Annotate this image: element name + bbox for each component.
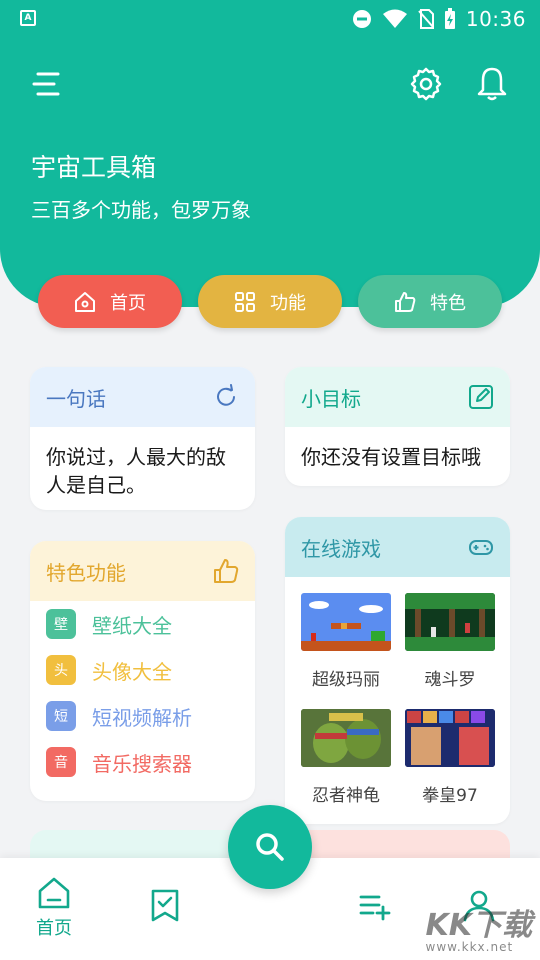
feature-item-avatar[interactable]: 头 头像大全 (30, 647, 255, 693)
music-badge-icon: 音 (46, 747, 76, 777)
ninja-turtles-thumbnail (301, 709, 391, 767)
nav-bookmarks[interactable] (148, 888, 182, 922)
quote-card[interactable]: 一句话 你说过，人最大的敌人是自己。 (30, 367, 255, 510)
nav-playlist[interactable] (358, 888, 392, 922)
home-icon (38, 877, 70, 909)
watermark-text: KK下载 (425, 908, 533, 943)
app-subtitle: 三百多个功能，包罗万象 (31, 198, 251, 222)
game-name: 忍者神龟 (312, 786, 380, 806)
no-sim-icon (418, 9, 434, 29)
game-name: 魂斗罗 (424, 670, 476, 690)
kkx-watermark: KK下载 www.kkx.net (426, 900, 533, 954)
game-kof97[interactable]: 拳皇97 (405, 709, 495, 824)
functions-pill-button[interactable]: 功能 (198, 275, 342, 328)
games-card-header: 在线游戏 (285, 517, 510, 577)
battery-charging-icon (444, 8, 455, 29)
games-card-title: 在线游戏 (301, 536, 381, 561)
goal-card-header: 小目标 (285, 367, 510, 427)
quote-card-header: 一句话 (30, 367, 255, 427)
avatar-badge-icon: 头 (46, 655, 76, 685)
feature-item-label: 头像大全 (92, 659, 172, 684)
refresh-icon[interactable] (213, 384, 239, 410)
feature-item-video-parser[interactable]: 短 短视频解析 (30, 693, 255, 739)
features-card-title: 特色功能 (46, 560, 126, 585)
home-pill-label: 首页 (110, 292, 146, 314)
goal-card[interactable]: 小目标 你还没有设置目标哦 (285, 367, 510, 486)
thumbs-up-icon (395, 291, 416, 312)
quote-text: 你说过，人最大的敌人是自己。 (46, 445, 226, 497)
special-pill-button[interactable]: 特色 (358, 275, 502, 328)
thumbs-up-icon (214, 559, 239, 583)
game-name: 拳皇97 (422, 786, 478, 806)
goal-text: 你还没有设置目标哦 (301, 445, 481, 469)
feature-item-label: 壁纸大全 (92, 613, 172, 638)
goal-card-title: 小目标 (301, 386, 361, 411)
edit-icon[interactable] (468, 384, 494, 410)
wifi-icon (382, 9, 407, 28)
feature-item-label: 短视频解析 (92, 705, 192, 730)
home-pill-button[interactable]: 首页 (38, 275, 182, 328)
grid-icon (235, 291, 255, 312)
clock: 10:36 (465, 7, 526, 31)
super-mario-thumbnail (301, 593, 391, 651)
special-pill-label: 特色 (430, 292, 466, 314)
system-icons: 10:36 (352, 7, 526, 31)
gamepad-icon (469, 540, 493, 555)
do-not-disturb-icon (352, 10, 371, 28)
game-super-mario[interactable]: 超级玛丽 (301, 593, 391, 709)
game-ninja-turtles[interactable]: 忍者神龟 (301, 709, 391, 824)
bookmark-check-icon (151, 889, 179, 922)
notification-bell-icon[interactable] (474, 64, 510, 104)
quote-card-title: 一句话 (46, 386, 106, 411)
features-card: 特色功能 壁 壁纸大全 头 头像大全 短 短视频解析 音 音乐搜索器 (30, 541, 255, 801)
playlist-add-icon (359, 895, 391, 921)
feature-item-label: 音乐搜索器 (92, 751, 192, 776)
wallpaper-badge-icon: 壁 (46, 609, 76, 639)
game-contra[interactable]: 魂斗罗 (405, 593, 495, 709)
home-icon (75, 291, 95, 312)
app-header: 宇宙工具箱 三百多个功能，包罗万象 (0, 0, 540, 307)
kof97-thumbnail (405, 709, 495, 767)
app-notification-icon: A (20, 10, 36, 26)
app-title: 宇宙工具箱 (31, 153, 157, 182)
contra-thumbnail (405, 593, 495, 651)
feature-item-music-search[interactable]: 音 音乐搜索器 (30, 739, 255, 785)
search-fab-button[interactable] (228, 805, 312, 889)
feature-item-wallpaper[interactable]: 壁 壁纸大全 (30, 601, 255, 647)
features-card-header: 特色功能 (30, 541, 255, 601)
search-icon (256, 833, 284, 861)
nav-home[interactable]: 首页 (36, 876, 72, 940)
functions-pill-label: 功能 (270, 292, 306, 314)
video-badge-icon: 短 (46, 701, 76, 731)
menu-icon[interactable] (30, 66, 66, 102)
online-games-card: 在线游戏 超级玛丽 魂斗罗 忍者神龟 拳皇97 (285, 517, 510, 824)
game-name: 超级玛丽 (312, 670, 380, 690)
nav-home-label: 首页 (36, 918, 72, 939)
settings-gear-icon[interactable] (408, 64, 444, 104)
status-bar: A 10:36 (0, 0, 540, 36)
